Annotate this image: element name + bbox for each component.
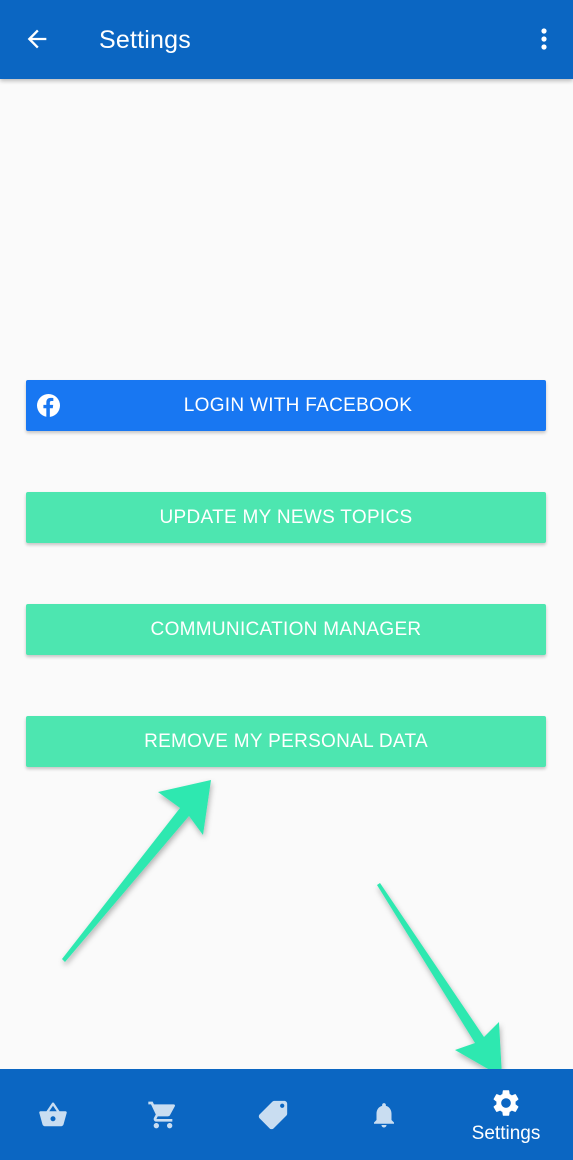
bottom-navigation: Settings — [0, 1069, 573, 1160]
settings-screen: Settings LOGIN WITH FACEBOOK UPDATE MY N… — [0, 0, 573, 1160]
login-with-facebook-label: LOGIN WITH FACEBOOK — [183, 394, 413, 416]
nav-item-settings[interactable]: Settings — [451, 1069, 561, 1160]
facebook-icon — [37, 394, 60, 417]
nav-item-cart[interactable] — [108, 1069, 218, 1160]
nav-item-settings-label: Settings — [471, 1122, 541, 1144]
nav-item-basket[interactable] — [0, 1069, 108, 1160]
nav-item-notifications[interactable] — [329, 1069, 439, 1160]
basket-icon — [39, 1102, 67, 1126]
remove-personal-data-button[interactable]: REMOVE MY PERSONAL DATA — [26, 716, 546, 767]
arrow-to-settings-tab — [377, 883, 502, 1077]
bell-icon — [374, 1102, 394, 1127]
tag-icon — [258, 1100, 288, 1129]
login-with-facebook-button[interactable]: LOGIN WITH FACEBOOK — [26, 380, 546, 431]
update-news-topics-button[interactable]: UPDATE MY NEWS TOPICS — [26, 492, 546, 543]
annotation-arrows — [62, 780, 502, 1077]
back-button[interactable] — [16, 18, 58, 60]
arrow-left-icon — [27, 29, 47, 49]
more-vert-icon — [541, 28, 547, 50]
nav-item-offers[interactable] — [218, 1069, 328, 1160]
remove-personal-data-label: REMOVE MY PERSONAL DATA — [144, 730, 428, 752]
communication-manager-label: COMMUNICATION MANAGER — [150, 618, 422, 640]
arrow-to-remove-data — [62, 780, 211, 962]
communication-manager-button[interactable]: COMMUNICATION MANAGER — [26, 604, 546, 655]
overflow-menu-button[interactable] — [529, 18, 559, 60]
app-bar: Settings — [0, 0, 573, 79]
cart-icon — [148, 1101, 176, 1128]
update-news-topics-label: UPDATE MY NEWS TOPICS — [159, 506, 413, 528]
gear-icon — [493, 1089, 519, 1116]
page-title: Settings — [99, 26, 191, 54]
